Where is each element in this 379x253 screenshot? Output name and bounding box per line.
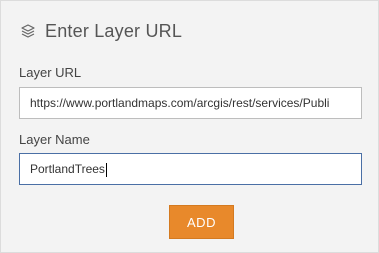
add-layer-panel: Enter Layer URL Layer URL https://www.po… xyxy=(0,0,379,253)
layer-name-input[interactable]: PortlandTrees xyxy=(19,153,362,185)
layer-name-label: Layer Name xyxy=(19,132,90,147)
layer-url-input[interactable]: https://www.portlandmaps.com/arcgis/rest… xyxy=(19,87,362,119)
add-button[interactable]: ADD xyxy=(169,205,234,239)
layer-url-label: Layer URL xyxy=(19,65,82,80)
panel-header: Enter Layer URL xyxy=(19,19,182,43)
text-caret xyxy=(105,162,107,177)
page-title: Enter Layer URL xyxy=(45,20,183,41)
layers-icon xyxy=(19,22,37,40)
layer-url-value: https://www.portlandmaps.com/arcgis/rest… xyxy=(30,96,330,110)
layer-name-value: PortlandTrees xyxy=(30,162,105,176)
